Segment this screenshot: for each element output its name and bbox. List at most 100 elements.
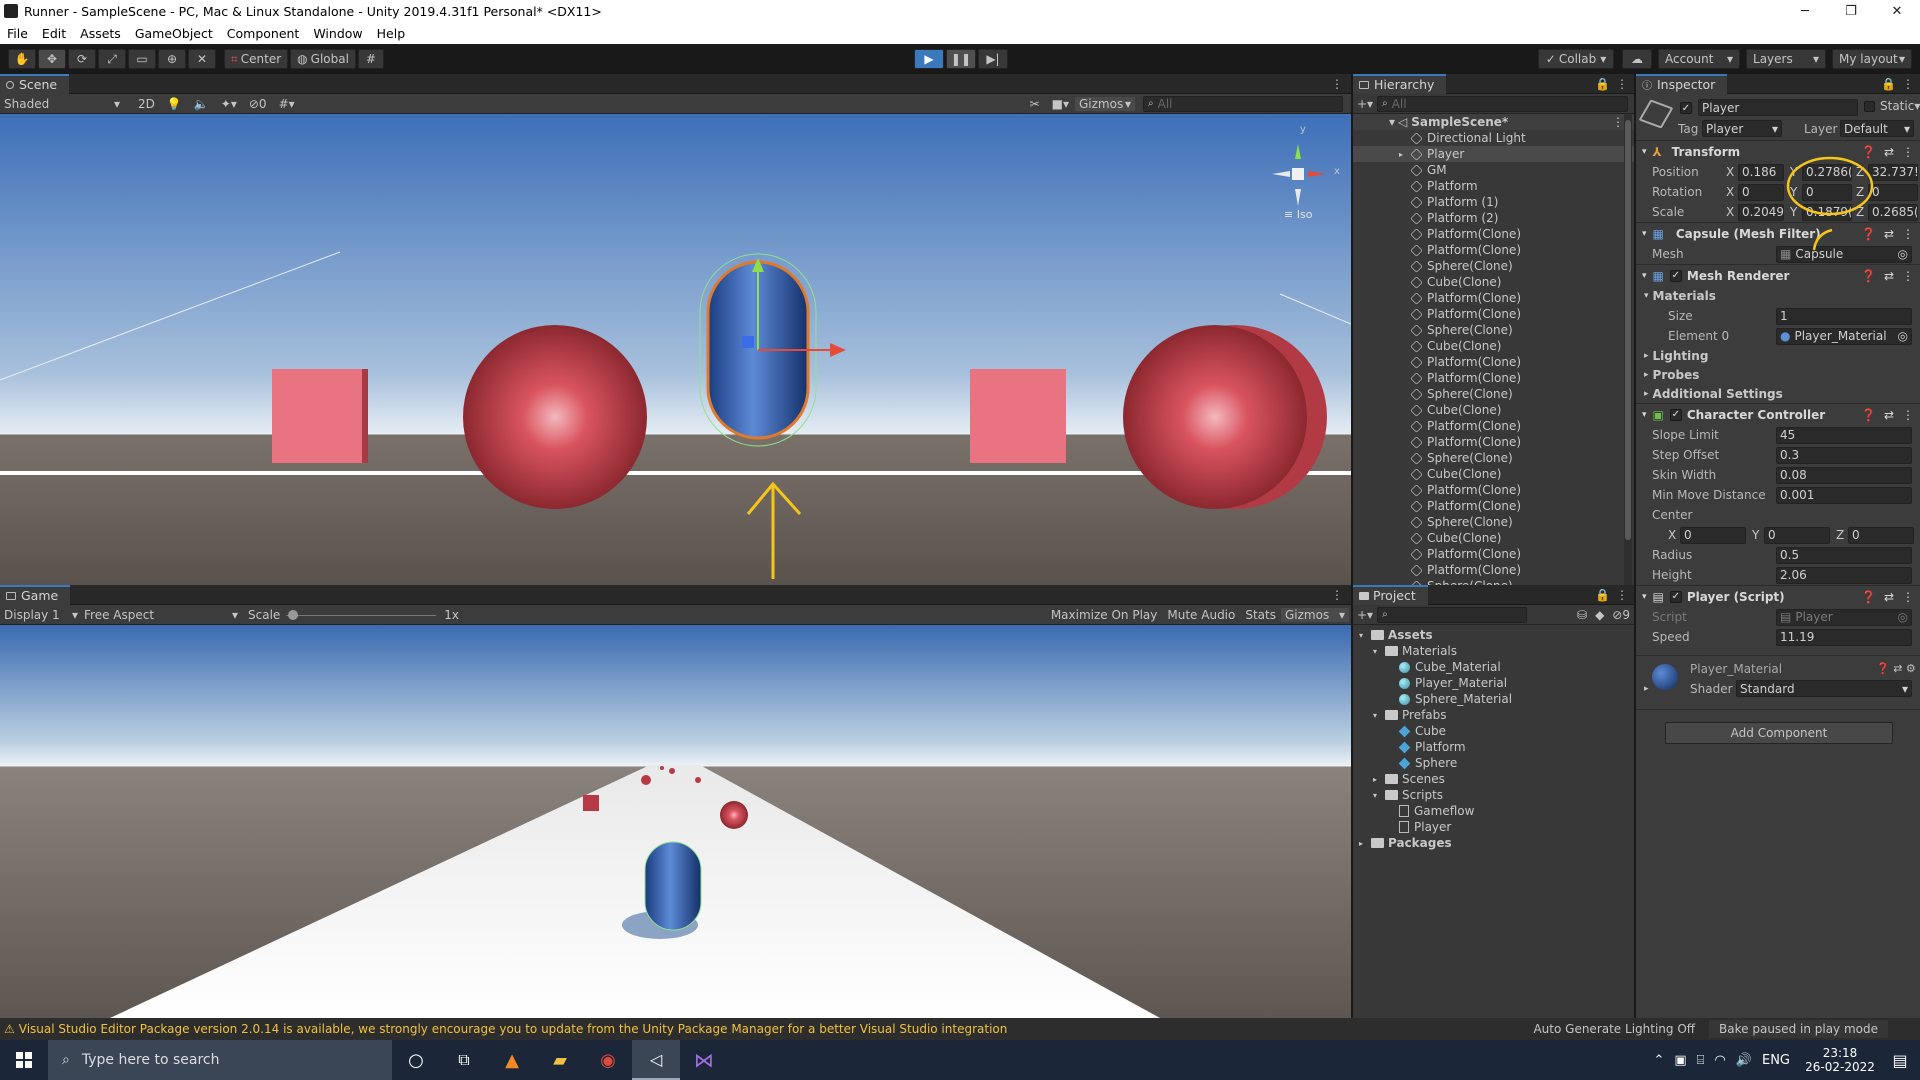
create-add-icon[interactable]: +▾: [1353, 97, 1377, 111]
shader-dropdown[interactable]: Standard ▾: [1736, 680, 1912, 697]
hierarchy-item[interactable]: Platform(Clone): [1353, 434, 1634, 450]
layers-dropdown[interactable]: Layers ▾: [1746, 49, 1827, 69]
project-item[interactable]: ▾ Materials: [1353, 643, 1634, 659]
tab-hierarchy[interactable]: Hierarchy: [1353, 73, 1447, 94]
expand-arrow-icon[interactable]: ▾: [1359, 631, 1371, 640]
hierarchy-item[interactable]: Platform(Clone): [1353, 306, 1634, 322]
project-item[interactable]: ▾ Prefabs: [1353, 707, 1634, 723]
preset-icon[interactable]: ⇄: [1884, 227, 1894, 241]
draw-mode-dropdown[interactable]: Shaded ▾: [0, 97, 120, 111]
expand-arrow-icon[interactable]: ▸: [1399, 150, 1409, 159]
more-options-icon[interactable]: ⋮: [1902, 227, 1914, 241]
rotation-x-field[interactable]: 0: [1738, 183, 1784, 201]
lighting-toggle-icon[interactable]: 💡: [161, 97, 188, 111]
chevron-up-icon[interactable]: ⌃: [1653, 1053, 1664, 1068]
taskbar-clock[interactable]: 23:18 26-02-2022: [1800, 1046, 1880, 1074]
scale-x-field[interactable]: 0.2049: [1738, 203, 1784, 221]
tools-icon[interactable]: ✂: [1024, 97, 1046, 111]
help-icon[interactable]: ❓: [1861, 590, 1876, 604]
material-options-icon[interactable]: ❓ ⇄ ⚙: [1876, 662, 1916, 675]
play-button[interactable]: ▶: [913, 49, 944, 69]
lock-icon[interactable]: 🔒: [1595, 588, 1610, 602]
minimize-button[interactable]: ─: [1782, 0, 1828, 22]
object-picker-icon[interactable]: ◎: [1898, 329, 1908, 343]
hidden-objects-toggle[interactable]: ⊘0: [243, 97, 273, 111]
menu-window[interactable]: Window: [306, 26, 369, 41]
project-item[interactable]: ▸ Scenes: [1353, 771, 1634, 787]
hierarchy-item[interactable]: Platform (1): [1353, 194, 1634, 210]
materials-foldout[interactable]: ▾ Materials: [1636, 286, 1920, 306]
hierarchy-item[interactable]: Platform(Clone): [1353, 226, 1634, 242]
preset-icon[interactable]: ⇄: [1884, 590, 1894, 604]
more-options-icon[interactable]: ⋮: [1616, 588, 1628, 602]
hidden-packages-toggle[interactable]: ⊘9: [1608, 608, 1634, 622]
pivot-global-button[interactable]: ◍ Global: [290, 49, 356, 69]
min-move-field[interactable]: 0.001: [1776, 486, 1912, 504]
tab-scene[interactable]: Scene: [0, 73, 70, 94]
project-item[interactable]: ▸ Packages: [1353, 835, 1634, 851]
gizmos-dropdown[interactable]: Gizmos ▾: [1075, 96, 1135, 111]
visual-studio-icon[interactable]: ⋈: [680, 1040, 728, 1080]
hierarchy-item[interactable]: Platform(Clone): [1353, 418, 1634, 434]
hierarchy-item[interactable]: Platform(Clone): [1353, 290, 1634, 306]
help-icon[interactable]: ❓: [1861, 227, 1876, 241]
hierarchy-item[interactable]: Platform(Clone): [1353, 498, 1634, 514]
pause-button[interactable]: ❚❚: [945, 49, 976, 69]
more-options-icon[interactable]: ⋮: [1902, 145, 1914, 159]
menu-help[interactable]: Help: [370, 26, 413, 41]
mesh-filter-header[interactable]: ▾ ▦ Capsule (Mesh Filter) ❓ ⇄ ⋮: [1636, 222, 1920, 244]
hierarchy-item[interactable]: Sphere(Clone): [1353, 386, 1634, 402]
project-item[interactable]: Cube_Material: [1353, 659, 1634, 675]
help-icon[interactable]: ❓: [1861, 145, 1876, 159]
chrome-icon[interactable]: ◉: [584, 1040, 632, 1080]
projection-label[interactable]: ≡ Iso: [1284, 208, 1312, 221]
hierarchy-item[interactable]: Platform(Clone): [1353, 546, 1634, 562]
radius-field[interactable]: 0.5: [1776, 546, 1912, 564]
mesh-renderer-enabled-checkbox[interactable]: ✓: [1669, 269, 1682, 282]
probes-foldout[interactable]: ▸ Probes: [1636, 365, 1920, 384]
meet-now-icon[interactable]: ▣: [1674, 1053, 1686, 1068]
position-z-field[interactable]: 32.737!: [1868, 163, 1918, 181]
help-icon[interactable]: ❓: [1861, 269, 1876, 283]
project-item[interactable]: Platform: [1353, 739, 1634, 755]
preset-icon[interactable]: ⇄: [1884, 269, 1894, 283]
hierarchy-item[interactable]: Cube(Clone): [1353, 274, 1634, 290]
rotate-tool-icon[interactable]: ⟳: [68, 49, 96, 69]
player-script-header[interactable]: ▾ ▤ ✓ Player (Script) ❓ ⇄ ⋮: [1636, 585, 1920, 607]
audio-toggle-icon[interactable]: 🔈: [188, 97, 215, 111]
tab-project[interactable]: Project: [1353, 584, 1428, 605]
object-picker-icon[interactable]: ◎: [1898, 247, 1908, 261]
notifications-icon[interactable]: ▤: [1880, 1040, 1920, 1080]
stats-toggle[interactable]: Stats: [1240, 608, 1281, 622]
hierarchy-item[interactable]: ▸ Player: [1353, 146, 1634, 162]
expand-arrow-icon[interactable]: ▾: [1373, 711, 1385, 720]
hierarchy-item[interactable]: Cube(Clone): [1353, 338, 1634, 354]
volume-icon[interactable]: 🔊: [1736, 1053, 1752, 1068]
skin-width-field[interactable]: 0.08: [1776, 466, 1912, 484]
filter-by-label-icon[interactable]: ◆: [1591, 608, 1608, 622]
camera-icon[interactable]: ■▾: [1046, 97, 1075, 111]
scale-tool-icon[interactable]: ⤢: [98, 49, 126, 69]
hierarchy-item[interactable]: Platform(Clone): [1353, 562, 1634, 578]
project-item[interactable]: Player: [1353, 819, 1634, 835]
project-item[interactable]: Gameflow: [1353, 803, 1634, 819]
hierarchy-item[interactable]: GM: [1353, 162, 1634, 178]
hierarchy-item[interactable]: Directional Light: [1353, 130, 1634, 146]
hierarchy-item[interactable]: Platform(Clone): [1353, 242, 1634, 258]
layout-dropdown[interactable]: My layout ▾: [1832, 49, 1913, 69]
pivot-center-button[interactable]: ⌗ Center: [224, 49, 289, 69]
close-button[interactable]: ✕: [1874, 0, 1920, 22]
menu-component[interactable]: Component: [220, 26, 307, 41]
static-toggle[interactable]: Static ▾: [1864, 99, 1920, 113]
maximize-button[interactable]: ❐: [1828, 0, 1874, 22]
hierarchy-item[interactable]: Platform: [1353, 178, 1634, 194]
menu-assets[interactable]: Assets: [73, 26, 128, 41]
scrollbar-thumb[interactable]: [1625, 120, 1631, 540]
project-item[interactable]: Sphere_Material: [1353, 691, 1634, 707]
static-checkbox[interactable]: [1864, 100, 1875, 112]
rotation-z-field[interactable]: 0: [1868, 183, 1918, 201]
task-view-icon[interactable]: ⧉: [440, 1040, 488, 1080]
player-script-enabled-checkbox[interactable]: ✓: [1669, 590, 1682, 603]
active-checkbox[interactable]: ✓: [1680, 102, 1692, 114]
speed-field[interactable]: 11.19: [1776, 628, 1912, 646]
